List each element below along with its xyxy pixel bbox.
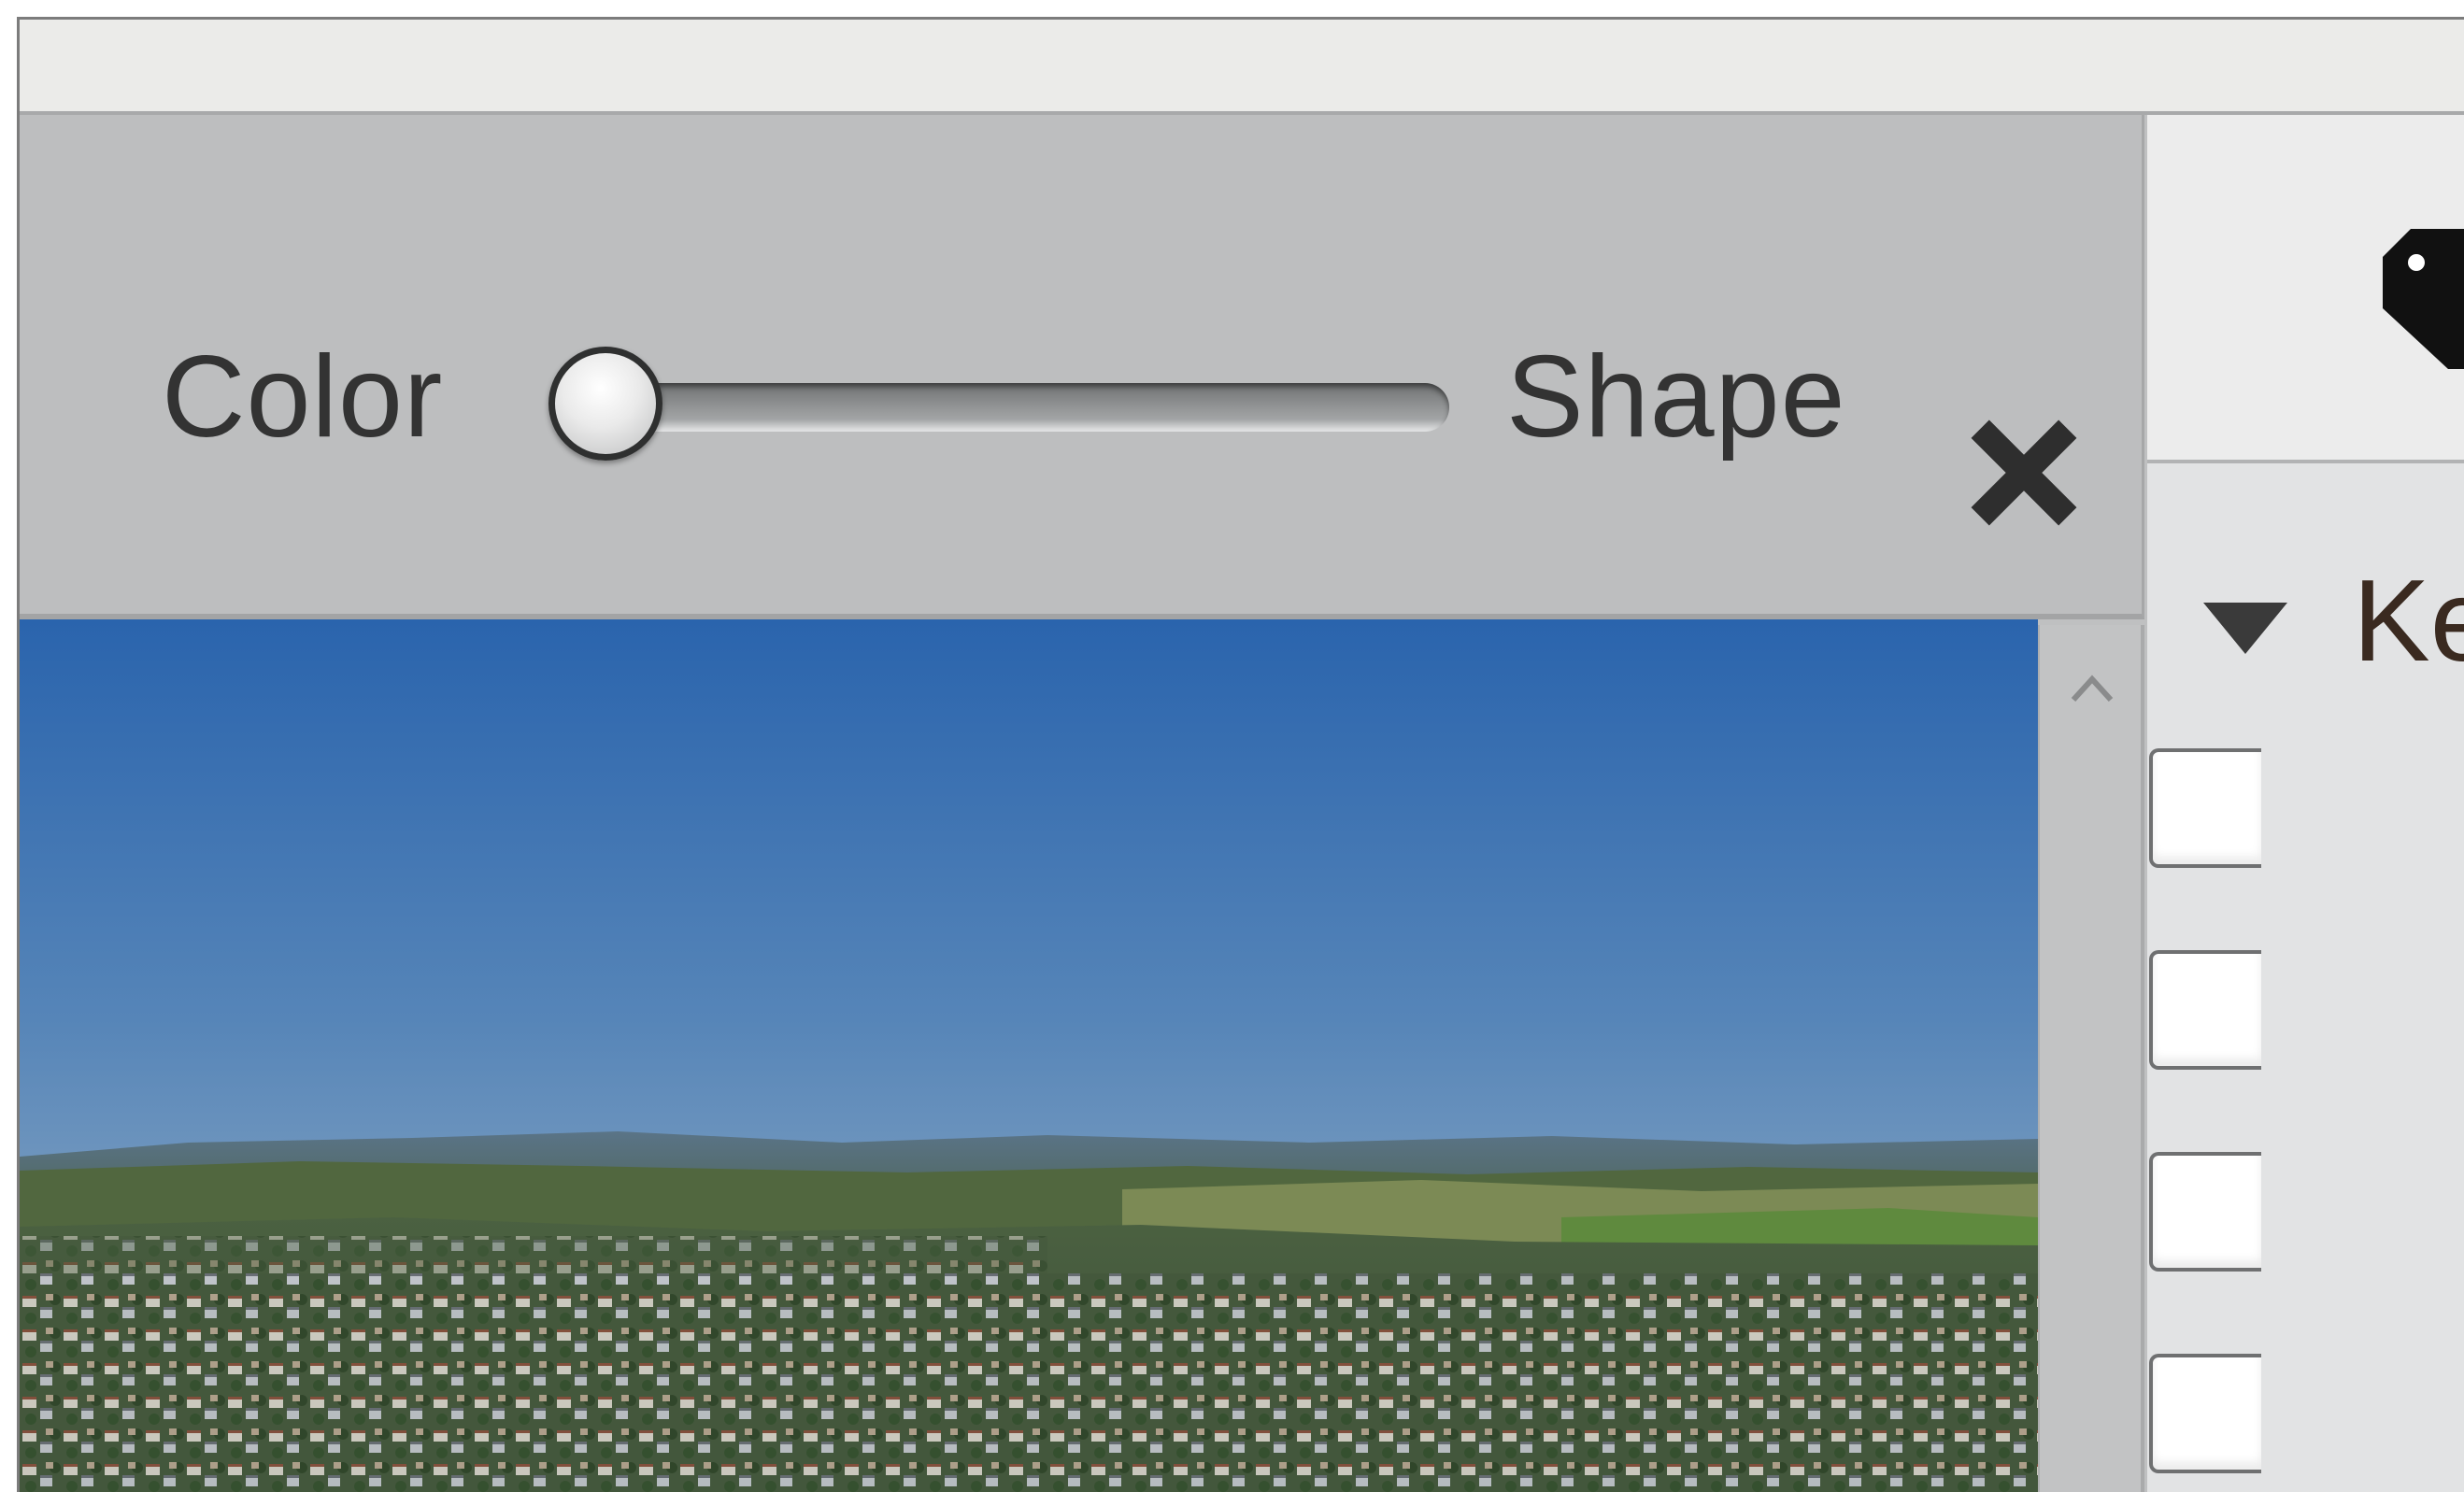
app-window: Color Shape K [17, 17, 2464, 1492]
close-x-icon[interactable] [1963, 412, 2085, 533]
keyword-checkbox-2[interactable] [2149, 950, 2261, 1070]
slider-color-label: Color [162, 333, 444, 462]
keyword-checkbox-4[interactable] [2149, 1354, 2261, 1473]
keyword-checkbox-3[interactable] [2149, 1152, 2261, 1272]
color-shape-slider[interactable] [543, 343, 1459, 474]
tag-icon[interactable] [2383, 229, 2464, 369]
landscape-photo [20, 619, 2038, 1492]
close-button[interactable] [1963, 412, 2085, 533]
keywords-section-label[interactable]: Ke [2353, 563, 2464, 679]
scroll-up-arrow-icon[interactable] [2066, 670, 2118, 707]
panel-header [2147, 115, 2464, 463]
keyword-checkbox-1[interactable] [2149, 748, 2261, 868]
visual-similarity-toolbar: Color Shape [20, 115, 2144, 619]
slider-thumb[interactable] [548, 347, 662, 461]
slider-shape-label: Shape [1506, 333, 1846, 462]
vertical-scrollbar[interactable] [2038, 625, 2144, 1492]
window-titlebar [20, 20, 2464, 115]
disclosure-triangle-icon[interactable] [2203, 603, 2287, 659]
photo-preview[interactable] [20, 619, 2038, 1492]
slider-track[interactable] [590, 383, 1449, 432]
